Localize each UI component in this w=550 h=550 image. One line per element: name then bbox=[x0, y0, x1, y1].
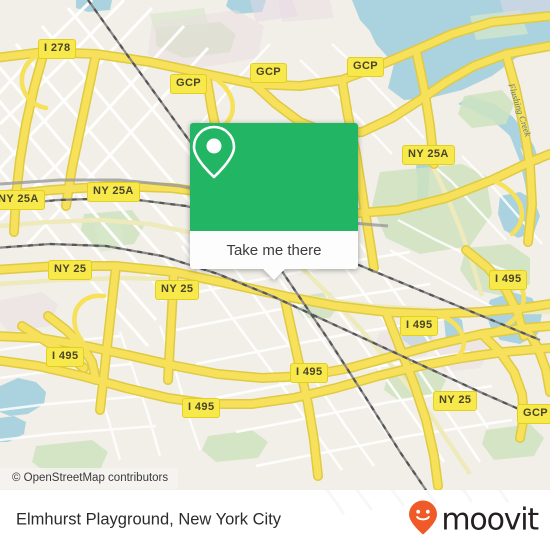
road-shield[interactable]: GCP bbox=[170, 74, 208, 94]
road-shield[interactable]: NY 25A bbox=[402, 145, 455, 165]
road-shield[interactable]: I 495 bbox=[400, 316, 439, 336]
take-me-there-label: Take me there bbox=[226, 241, 322, 259]
footer-bar: Elmhurst Playground, New York City moovi… bbox=[0, 490, 550, 550]
popup-pointer-tail bbox=[263, 269, 285, 280]
road-shield[interactable]: I 278 bbox=[38, 39, 77, 59]
moovit-wordmark: moovit bbox=[441, 502, 539, 537]
popup-image-panel bbox=[190, 123, 358, 231]
moovit-smiley-pin-icon bbox=[408, 500, 438, 541]
map-canvas[interactable]: I 278 GCP GCP GCP NY 25A NY 25A NY 25A N… bbox=[0, 0, 550, 490]
road-shield[interactable]: NY 25 bbox=[155, 280, 200, 300]
location-popup[interactable]: Take me there bbox=[190, 123, 358, 280]
place-title: Elmhurst Playground, New York City bbox=[16, 510, 282, 529]
road-shield[interactable]: I 495 bbox=[46, 347, 85, 367]
road-shield[interactable]: NY 25 bbox=[433, 391, 478, 411]
road-shield[interactable]: I 495 bbox=[182, 398, 221, 418]
road-shield[interactable]: GCP bbox=[347, 57, 385, 77]
road-shield[interactable]: I 495 bbox=[489, 270, 528, 290]
road-shield[interactable]: GCP bbox=[250, 63, 288, 83]
road-shield[interactable]: NY 25A bbox=[87, 182, 140, 202]
osm-attribution[interactable]: © OpenStreetMap contributors bbox=[0, 468, 179, 489]
moovit-brand[interactable]: moovit bbox=[408, 500, 539, 541]
road-shield[interactable]: NY 25A bbox=[0, 190, 45, 210]
take-me-there-button[interactable]: Take me there bbox=[190, 231, 358, 280]
road-shield[interactable]: NY 25 bbox=[48, 260, 93, 280]
road-shield[interactable]: I 495 bbox=[290, 363, 329, 383]
road-shield[interactable]: GCP bbox=[517, 404, 550, 424]
map-screenshot: I 278 GCP GCP GCP NY 25A NY 25A NY 25A N… bbox=[0, 0, 550, 550]
